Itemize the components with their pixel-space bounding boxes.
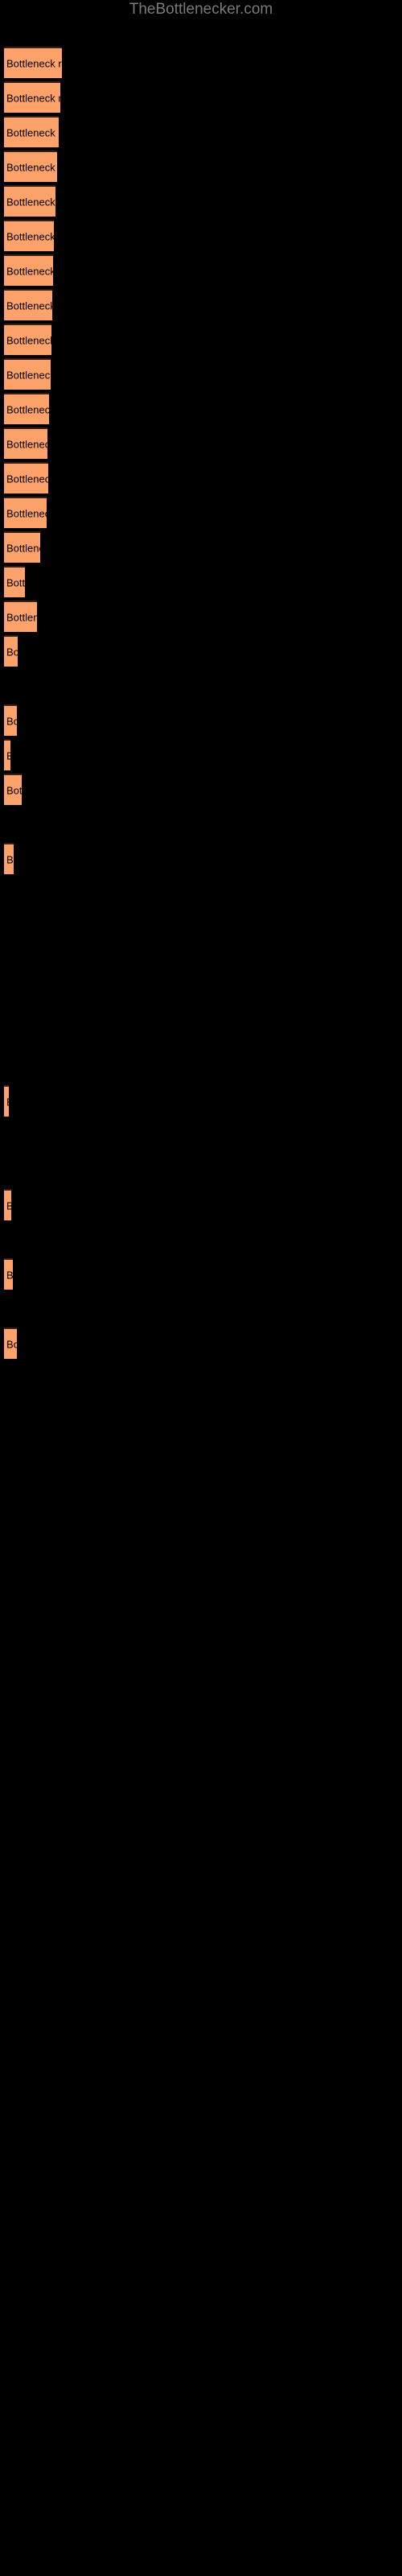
bottleneck-result-bar[interactable]: Bottleneck result — [4, 185, 55, 217]
bottleneck-result-bar[interactable]: Bottleneck result — [4, 1189, 11, 1220]
bottleneck-result-bar[interactable]: Bottleneck result — [4, 843, 14, 874]
bar-row: Bottleneck result — [4, 151, 57, 182]
bar-label: Bottleneck result — [6, 1096, 9, 1108]
bottleneck-result-bar[interactable]: Bottleneck result — [4, 427, 47, 459]
bottleneck-result-bar[interactable]: Bottleneck result — [4, 1085, 9, 1117]
bottleneck-result-bar[interactable]: Bottleneck result — [4, 151, 57, 182]
bar-row: Bottleneck result — [4, 81, 60, 113]
bar-row: Bottleneck result — [4, 843, 14, 874]
bar-row: Bottleneck result — [4, 324, 51, 355]
bottleneck-result-bar[interactable]: Bottleneck result — [4, 635, 18, 667]
bar-label: Bottleneck result — [6, 438, 47, 450]
bar-row: Bottleneck result — [4, 116, 59, 147]
bottleneck-result-bar[interactable]: Bottleneck result — [4, 289, 52, 320]
bottleneck-result-bar[interactable]: Bottleneck result — [4, 531, 40, 563]
bar-row: Bottleneck result — [4, 1258, 13, 1290]
bottleneck-result-bar[interactable]: Bottleneck result — [4, 220, 54, 251]
bar-label: Bottleneck result — [6, 715, 17, 727]
bar-label: Bottleneck result — [6, 369, 51, 381]
bottleneck-result-bar[interactable]: Bottleneck result — [4, 739, 10, 770]
bottleneck-result-bar[interactable]: Bottleneck result — [4, 116, 59, 147]
bar-row: Bottleneck result — [4, 566, 25, 597]
bar-label: Bottleneck result — [6, 473, 48, 485]
bottleneck-result-bar[interactable]: Bottleneck result — [4, 1327, 17, 1359]
bottleneck-result-bar[interactable]: Bottleneck result — [4, 47, 62, 78]
bar-row: Bottleneck result — [4, 704, 17, 736]
bar-label: Bottleneck result — [6, 542, 40, 554]
bar-row: Bottleneck result — [4, 531, 40, 563]
bottleneck-result-bar[interactable]: Bottleneck result — [4, 324, 51, 355]
bar-row: Bottleneck result — [4, 358, 51, 390]
bar-label: Bottleneck result — [6, 611, 37, 623]
bar-label: Bottleneck result — [6, 507, 47, 519]
bottleneck-result-bar[interactable]: Bottleneck result — [4, 1258, 13, 1290]
bar-label: Bottleneck result — [6, 334, 51, 346]
bar-label: Bottleneck result — [6, 1338, 17, 1350]
bar-row: Bottleneck result — [4, 635, 18, 667]
bar-row: Bottleneck result — [4, 1085, 9, 1117]
bar-label: Bottleneck result — [6, 853, 14, 865]
bar-row: Bottleneck result — [4, 462, 48, 493]
bar-row: Bottleneck result — [4, 739, 10, 770]
bar-row: Bottleneck result — [4, 220, 54, 251]
bar-label: Bottleneck result — [6, 1269, 13, 1281]
bottleneck-result-bar[interactable]: Bottleneck result — [4, 358, 51, 390]
bar-row: Bottleneck result — [4, 289, 52, 320]
bar-label: Bottleneck result — [6, 265, 53, 277]
bar-label: Bottleneck result — [6, 230, 54, 242]
bar-row: Bottleneck result — [4, 427, 47, 459]
bar-label: Bottleneck result — [6, 196, 55, 208]
bar-label: Bottleneck result — [6, 92, 60, 104]
bottleneck-result-bar[interactable]: Bottleneck result — [4, 566, 25, 597]
bar-label: Bottleneck result — [6, 784, 22, 796]
bottleneck-result-bar[interactable]: Bottleneck result — [4, 601, 37, 632]
bottleneck-result-bar[interactable]: Bottleneck result — [4, 704, 17, 736]
bar-row: Bottleneck result — [4, 47, 62, 78]
bar-label: Bottleneck result — [6, 161, 57, 173]
bar-label: Bottleneck result — [6, 1199, 11, 1212]
bar-row: Bottleneck result — [4, 1189, 11, 1220]
bar-row: Bottleneck result — [4, 393, 49, 424]
bottleneck-result-bar[interactable]: Bottleneck result — [4, 497, 47, 528]
bottleneck-result-bar[interactable]: Bottleneck result — [4, 774, 22, 805]
bar-label: Bottleneck result — [6, 749, 10, 762]
bar-label: Bottleneck result — [6, 403, 49, 415]
bar-label: Bottleneck result — [6, 126, 59, 138]
bottleneck-result-bar[interactable]: Bottleneck result — [4, 254, 53, 286]
bar-row: Bottleneck result — [4, 774, 22, 805]
bar-row: Bottleneck result — [4, 1327, 17, 1359]
bottleneck-result-bar[interactable]: Bottleneck result — [4, 393, 49, 424]
bar-label: Bottleneck result — [6, 299, 52, 312]
bar-label: Bottleneck result — [6, 576, 25, 588]
bar-row: Bottleneck result — [4, 185, 55, 217]
bar-row: Bottleneck result — [4, 601, 37, 632]
bar-row: Bottleneck result — [4, 254, 53, 286]
bar-label: Bottleneck result — [6, 57, 62, 69]
bar-row: Bottleneck result — [4, 497, 47, 528]
bar-label: Bottleneck result — [6, 646, 18, 658]
bottleneck-bar-chart: Bottleneck result Bottleneck result Bottle… — [0, 0, 402, 2576]
bottleneck-result-bar[interactable]: Bottleneck result — [4, 81, 60, 113]
bottleneck-result-bar[interactable]: Bottleneck result — [4, 462, 48, 493]
